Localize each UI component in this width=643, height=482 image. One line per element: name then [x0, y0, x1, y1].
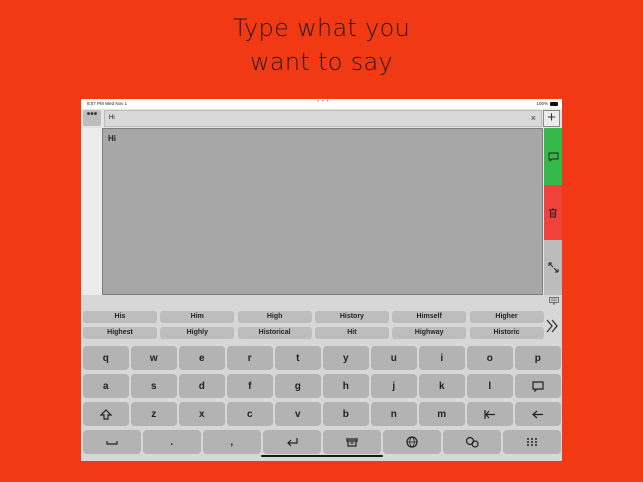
suggestion-chip[interactable]: Highest	[83, 327, 157, 339]
key-m[interactable]: m	[419, 402, 465, 426]
delete-button[interactable]	[544, 185, 562, 240]
home-indicator	[261, 455, 383, 457]
double-chevron-right-icon	[546, 319, 558, 333]
menu-button[interactable]: •••	[83, 110, 101, 126]
key-s[interactable]: s	[131, 374, 177, 398]
return-key[interactable]	[263, 430, 321, 454]
expand-arrows-icon	[548, 262, 558, 273]
keyboard-icon[interactable]	[549, 297, 559, 305]
key-c[interactable]: c	[227, 402, 273, 426]
key-x[interactable]: x	[179, 402, 225, 426]
speak-key[interactable]	[515, 374, 561, 398]
key-t[interactable]: t	[275, 346, 321, 370]
headline-line-2: want to say	[249, 48, 394, 76]
key-d[interactable]: d	[179, 374, 225, 398]
battery-icon	[550, 102, 558, 106]
suggestion-chip[interactable]: Highway	[392, 327, 467, 339]
more-suggestions-button[interactable]	[543, 312, 561, 340]
tab-back-icon	[484, 409, 496, 419]
globe-icon	[406, 436, 418, 448]
suggestion-chip[interactable]: Higher	[469, 311, 544, 323]
speech-text: Hi	[108, 134, 116, 143]
key-p[interactable]: p	[515, 346, 561, 370]
trash-icon	[549, 208, 557, 217]
speech-bubble-icon	[548, 152, 558, 162]
period-key[interactable]: .	[143, 430, 201, 454]
key-l[interactable]: l	[467, 374, 513, 398]
left-margin	[81, 128, 102, 295]
suggestion-chip[interactable]: Himself	[392, 311, 467, 323]
comma-key[interactable]: ,	[203, 430, 261, 454]
status-bar: 8:07 PM Wed Nov 1 • • • 100%	[81, 99, 562, 109]
shift-key[interactable]	[83, 402, 129, 426]
tab-back-key[interactable]	[467, 402, 513, 426]
clear-text-key[interactable]	[323, 430, 381, 454]
key-i[interactable]: i	[419, 346, 465, 370]
device-screen: 8:07 PM Wed Nov 1 • • • 100% ••• Hi × + …	[81, 99, 562, 461]
key-r[interactable]: r	[227, 346, 273, 370]
shift-icon	[99, 408, 112, 420]
space-key[interactable]	[83, 430, 141, 454]
key-u[interactable]: u	[371, 346, 417, 370]
key-a[interactable]: a	[83, 374, 129, 398]
key-k[interactable]: k	[419, 374, 465, 398]
return-icon	[286, 438, 298, 447]
speech-text-area[interactable]: Hi	[102, 128, 543, 295]
suggestion-chip[interactable]: Historic	[469, 327, 544, 339]
key-j[interactable]: j	[371, 374, 417, 398]
headline-line-1: Type what you	[232, 14, 411, 42]
key-b[interactable]: b	[323, 402, 369, 426]
key-o[interactable]: o	[467, 346, 513, 370]
globe-key[interactable]	[383, 430, 441, 454]
add-button[interactable]: +	[543, 110, 560, 127]
speak-button[interactable]	[544, 128, 562, 185]
multitask-dots[interactable]: • • •	[317, 99, 329, 105]
keypad-icon	[526, 438, 537, 446]
suggestion-chip[interactable]: Historical	[237, 327, 312, 339]
suggestion-chip[interactable]: His	[83, 311, 157, 323]
speech-bubble-icon	[532, 380, 544, 392]
suggestion-chip[interactable]: History	[314, 311, 389, 323]
suggestion-chip[interactable]: Highly	[160, 327, 235, 339]
key-q[interactable]: q	[83, 346, 129, 370]
key-n[interactable]: n	[371, 402, 417, 426]
keypad-key[interactable]	[503, 430, 561, 454]
key-g[interactable]: g	[275, 374, 321, 398]
expand-button[interactable]	[544, 240, 562, 295]
backspace-arrow-icon	[532, 410, 544, 418]
phrase-input-value: Hi	[109, 115, 115, 121]
clear-icon[interactable]: ×	[531, 113, 536, 123]
trash-icon	[346, 438, 358, 447]
status-time: 8:07 PM Wed Nov 1	[87, 101, 128, 106]
key-w[interactable]: w	[131, 346, 177, 370]
settings-icon	[465, 436, 479, 448]
key-z[interactable]: z	[131, 402, 177, 426]
suggestion-chip[interactable]: High	[237, 311, 312, 323]
suggestion-chip[interactable]: Him	[160, 311, 235, 323]
suggestion-chip[interactable]: Hit	[314, 327, 389, 339]
key-y[interactable]: y	[323, 346, 369, 370]
key-f[interactable]: f	[227, 374, 273, 398]
key-v[interactable]: v	[275, 402, 321, 426]
space-icon	[106, 440, 118, 445]
key-h[interactable]: h	[323, 374, 369, 398]
settings-key[interactable]	[443, 430, 501, 454]
key-e[interactable]: e	[179, 346, 225, 370]
battery-percent: 100%	[536, 101, 548, 106]
phrase-input[interactable]: Hi ×	[104, 110, 542, 127]
backspace-key[interactable]	[515, 402, 561, 426]
